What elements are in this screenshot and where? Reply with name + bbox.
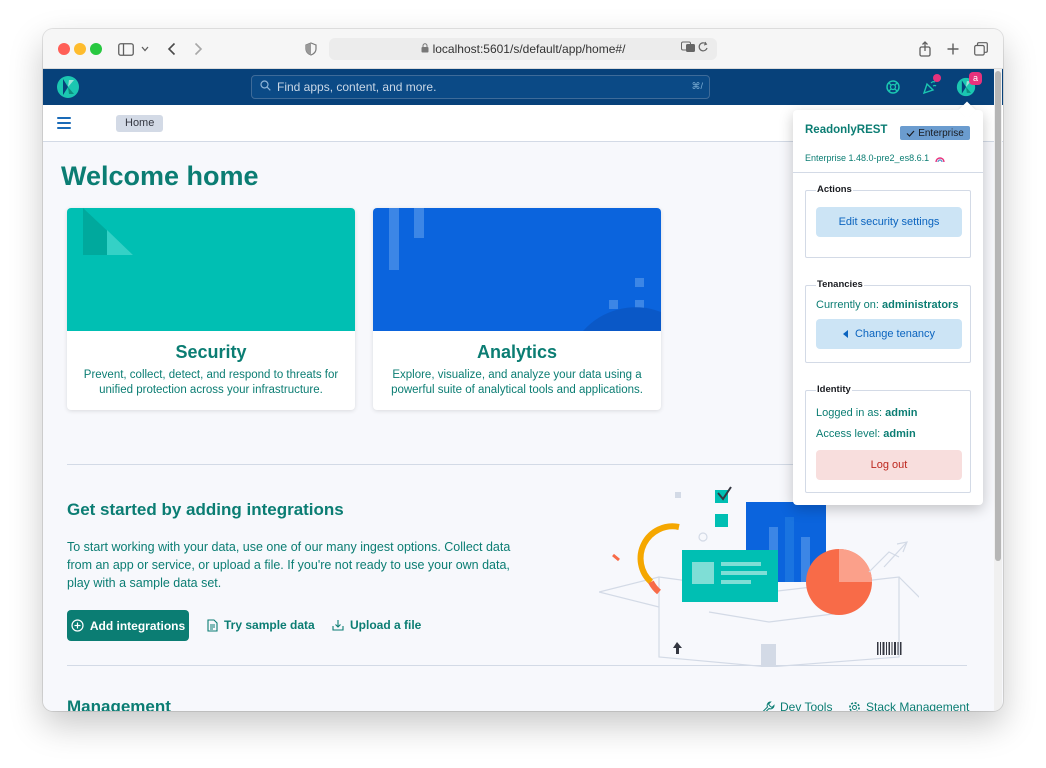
actions-title: Actions: [816, 184, 853, 195]
logged-in-user: admin: [885, 407, 918, 419]
integrations-illustration: [598, 482, 930, 668]
stack-management-link[interactable]: Stack Management: [848, 700, 969, 711]
security-card[interactable]: Security Prevent, collect, detect, and r…: [67, 208, 355, 410]
breadcrumb-home[interactable]: Home: [116, 115, 164, 132]
document-icon: [207, 618, 218, 632]
user-menu-popover: ReadonlyREST Enterprise Enterprise 1.48.…: [793, 101, 983, 505]
add-integrations-label: Add integrations: [89, 618, 186, 633]
url-text: localhost:5601/s/default/app/home#/: [432, 42, 626, 56]
analytics-card[interactable]: Analytics Explore, visualize, and analyz…: [373, 208, 661, 410]
news-feed-icon[interactable]: [921, 74, 941, 96]
current-tenancy-value: administrators: [882, 299, 959, 311]
page-scrollbar[interactable]: [994, 69, 1002, 711]
lock-icon: [421, 42, 429, 56]
try-sample-data-link[interactable]: Try sample data: [207, 618, 315, 632]
security-illustration: [67, 208, 355, 331]
forward-icon[interactable]: [190, 38, 206, 60]
change-tenancy-button[interactable]: Change tenancy: [816, 319, 962, 349]
dev-tools-label: Dev Tools: [780, 700, 833, 711]
analytics-card-description: Explore, visualize, and analyze your dat…: [391, 369, 643, 396]
tab-overview-icon[interactable]: [973, 38, 989, 60]
page-title: Welcome home: [61, 161, 259, 191]
close-window-button[interactable]: [58, 43, 70, 55]
tenancies-title: Tenancies: [816, 279, 864, 290]
stack-management-label: Stack Management: [866, 700, 970, 711]
privacy-shield-icon[interactable]: [303, 38, 319, 60]
change-tenancy-label: Change tenancy: [854, 328, 936, 340]
analytics-illustration: [373, 208, 661, 331]
kibana-logo-icon[interactable]: [56, 75, 80, 99]
management-title: Management: [67, 697, 171, 711]
get-started-title: Get started by adding integrations: [67, 500, 344, 519]
version-text: Enterprise 1.48.0-pre2_es8.6.1: [805, 153, 945, 163]
upload-icon: [332, 620, 344, 631]
wrench-icon: [762, 700, 775, 711]
scrollbar-thumb[interactable]: [995, 71, 1001, 561]
search-input[interactable]: [277, 80, 657, 94]
identity-title: Identity: [816, 384, 852, 395]
caret-left-icon: [842, 330, 848, 338]
rainbow-icon: [934, 157, 945, 163]
edit-security-settings-button[interactable]: Edit security settings: [816, 207, 962, 237]
try-sample-data-label: Try sample data: [224, 618, 315, 632]
news-badge: [933, 74, 941, 82]
section-divider-2: [67, 665, 967, 666]
gear-icon: [849, 701, 860, 711]
security-card-title: Security: [175, 342, 247, 362]
add-integrations-button[interactable]: Add integrations: [67, 610, 189, 641]
plus-circle-icon: [71, 619, 84, 632]
browser-window: localhost:5601/s/default/app/home#/ Find…: [43, 29, 1003, 711]
back-icon[interactable]: [163, 38, 179, 60]
check-icon: [906, 130, 915, 137]
access-level-value: admin: [883, 428, 916, 440]
logout-button[interactable]: Log out: [816, 450, 962, 480]
kibana-header: ⌘/ a: [43, 69, 1003, 105]
share-icon[interactable]: [917, 38, 933, 60]
identity-group: Identity Logged in as: admin Access leve…: [805, 384, 971, 493]
enterprise-badge-label: Enterprise: [918, 127, 964, 139]
popover-divider: [793, 172, 983, 173]
minimize-window-button[interactable]: [74, 43, 86, 55]
help-icon[interactable]: [884, 78, 902, 96]
browser-toolbar: localhost:5601/s/default/app/home#/: [43, 29, 1003, 69]
chevron-down-icon[interactable]: [140, 38, 150, 60]
current-tenancy: Currently on: administrators: [816, 299, 959, 311]
user-avatar[interactable]: a: [969, 72, 982, 85]
actions-group: Actions Edit security settings: [805, 184, 971, 258]
security-card-description: Prevent, collect, detect, and respond to…: [83, 369, 339, 396]
upload-file-link[interactable]: Upload a file: [332, 618, 421, 632]
logged-in-as: Logged in as: admin: [816, 407, 918, 419]
translate-reload-icons[interactable]: [681, 41, 709, 56]
upload-file-label: Upload a file: [350, 618, 422, 632]
global-search[interactable]: ⌘/: [251, 75, 710, 99]
sidebar-toggle-icon[interactable]: [116, 38, 136, 60]
enterprise-badge: Enterprise: [900, 126, 970, 140]
address-bar[interactable]: localhost:5601/s/default/app/home#/: [329, 38, 717, 60]
dev-tools-link[interactable]: Dev Tools: [762, 700, 832, 711]
analytics-card-title: Analytics: [476, 342, 558, 362]
new-tab-icon[interactable]: [945, 38, 961, 60]
menu-icon[interactable]: [57, 117, 71, 129]
tenancies-group: Tenancies Currently on: administrators C…: [805, 279, 971, 363]
zoom-window-button[interactable]: [90, 43, 102, 55]
username: ReadonlyREST: [805, 124, 888, 136]
search-shortcut: ⌘/: [691, 81, 703, 91]
get-started-description: To start working with your data, use one…: [67, 540, 511, 590]
access-level: Access level: admin: [816, 428, 916, 440]
search-icon: [260, 78, 271, 96]
